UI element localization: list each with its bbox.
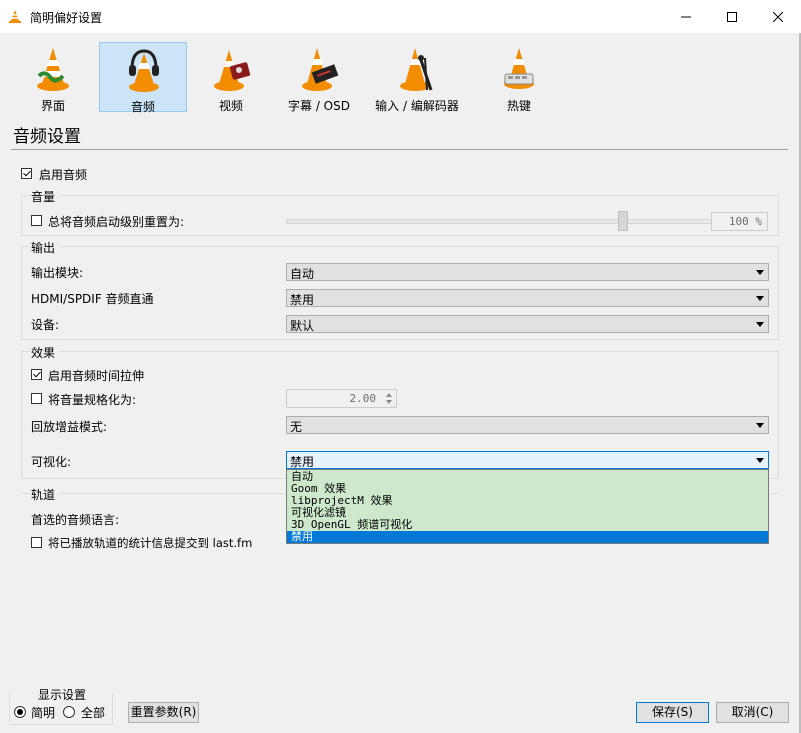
category-hotkeys[interactable]: 热键: [475, 42, 563, 113]
enable-audio-label: 启用音频: [39, 168, 88, 182]
visualization-label: 可视化:: [31, 455, 72, 469]
all-radio[interactable]: [63, 706, 75, 718]
replaygain-combo[interactable]: 无: [286, 416, 769, 434]
category-audio[interactable]: 音频: [99, 42, 187, 114]
category-subtitles-osd[interactable]: 字幕 / OSD: [275, 42, 363, 113]
lastfm-checkbox[interactable]: [31, 537, 42, 548]
audio-language-label: 首选的音频语言:: [31, 513, 120, 527]
visualization-dropdown-list[interactable]: 自动 Goom 效果 libprojectM 效果 可视化滤镜 3D OpenG…: [286, 469, 769, 544]
hotkeys-cone-icon: [504, 48, 534, 89]
audio-headphones-cone-icon: [129, 49, 159, 92]
combo-value: 默认: [290, 319, 315, 333]
interface-cone-icon: [37, 48, 69, 91]
save-button[interactable]: 保存(S): [636, 702, 709, 723]
chevron-down-icon: [756, 423, 764, 428]
viz-option-opengl[interactable]: 3D OpenGL 频谱可视化: [287, 519, 768, 531]
category-label: 视频: [218, 99, 243, 113]
replaygain-label: 回放增益模式:: [31, 420, 108, 434]
combo-value: 自动: [290, 267, 315, 281]
all-radio-label: 全部: [81, 706, 106, 720]
category-interface[interactable]: 界面: [9, 42, 97, 113]
maximize-button[interactable]: [709, 0, 755, 33]
enable-audio-checkbox[interactable]: [21, 168, 32, 179]
normalize-label: 将音量规格化为:: [48, 393, 137, 407]
category-label: 界面: [40, 99, 65, 113]
category-label: 音频: [130, 100, 155, 114]
device-combo[interactable]: 默认: [286, 315, 769, 333]
combo-value: 禁用: [290, 293, 315, 307]
normalize-spinbox[interactable]: 2.00: [286, 389, 397, 408]
lastfm-label: 将已播放轨道的统计信息提交到 last.fm: [48, 536, 253, 550]
video-film-cone-icon: [214, 50, 251, 91]
output-group-title: 输出: [31, 239, 60, 256]
reset-preferences-button[interactable]: 重置参数(R): [128, 702, 199, 723]
volume-slider-track[interactable]: [286, 219, 712, 224]
minimize-button[interactable]: [663, 0, 709, 33]
category-video[interactable]: 视频: [187, 42, 275, 113]
viz-option-auto[interactable]: 自动: [287, 471, 768, 483]
category-label: 字幕 / OSD: [288, 99, 350, 113]
volume-reset-label: 总将音频启动级别重置为:: [48, 215, 185, 229]
effects-group-title: 效果: [31, 344, 60, 361]
minimize-icon: [681, 16, 691, 17]
category-label: 输入 / 编解码器: [375, 99, 459, 113]
chevron-down-icon: [756, 322, 764, 327]
normalize-checkbox[interactable]: [31, 393, 42, 404]
simple-radio[interactable]: [14, 706, 26, 718]
input-codecs-cone-icon: [400, 48, 433, 91]
time-stretch-checkbox[interactable]: [31, 369, 42, 380]
spin-arrows-icon[interactable]: [383, 391, 395, 406]
section-divider: [11, 149, 788, 150]
simple-radio-label: 简明: [31, 706, 56, 720]
chevron-down-icon: [756, 270, 764, 275]
volume-group-title: 音量: [31, 188, 60, 205]
tracks-group-title: 轨道: [31, 486, 60, 503]
display-settings-title: 显示设置: [36, 686, 89, 703]
volume-slider-thumb[interactable]: [618, 211, 628, 231]
combo-value: 无: [290, 420, 303, 434]
combo-value: 禁用: [290, 455, 315, 469]
window-title: 简明偏好设置: [30, 11, 103, 25]
device-label: 设备:: [31, 318, 60, 332]
passthrough-combo[interactable]: 禁用: [286, 289, 769, 307]
output-module-label: 输出模块:: [31, 266, 84, 280]
category-label: 热键: [506, 99, 531, 113]
passthrough-label: HDMI/SPDIF 音频直通: [31, 292, 154, 306]
volume-reset-checkbox[interactable]: [31, 215, 42, 226]
close-button[interactable]: [755, 0, 801, 33]
cancel-button[interactable]: 取消(C): [716, 702, 789, 723]
volume-spinbox[interactable]: 100 %: [711, 212, 768, 231]
section-title: 音频设置: [13, 127, 81, 147]
time-stretch-label: 启用音频时间拉伸: [48, 369, 145, 383]
category-input-codecs[interactable]: 输入 / 编解码器: [367, 42, 467, 113]
subtitles-cone-icon: [302, 48, 339, 91]
chevron-down-icon: [756, 296, 764, 301]
output-module-combo[interactable]: 自动: [286, 263, 769, 281]
maximize-icon: [727, 11, 737, 22]
vlc-cone-icon: [9, 10, 21, 23]
close-icon: [773, 11, 783, 22]
viz-option-projectm[interactable]: libprojectM 效果: [287, 495, 768, 507]
viz-option-disabled[interactable]: 禁用: [287, 531, 768, 543]
chevron-down-icon: [756, 458, 764, 463]
normalize-value: 2.00: [349, 392, 377, 405]
visualization-combo[interactable]: 禁用: [286, 451, 769, 469]
